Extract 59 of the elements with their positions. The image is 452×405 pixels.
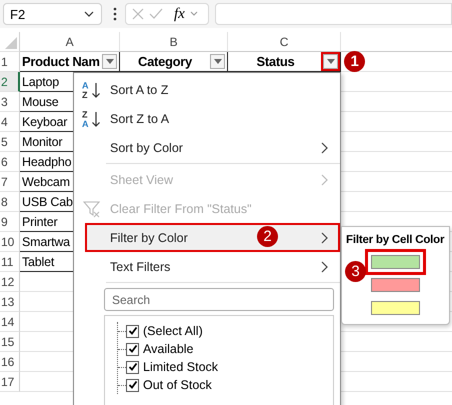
row-header[interactable]: 12 [0,272,20,292]
row-header[interactable]: 5 [0,132,20,152]
column-header[interactable]: C [228,32,341,52]
row-header[interactable]: 6 [0,152,20,172]
search-field[interactable]: Search [104,288,334,311]
row-header[interactable]: 13 [0,292,20,312]
checkbox-label: Out of Stock [143,378,212,392]
checkbox[interactable] [126,378,139,392]
caret-icon [106,59,114,64]
row-header[interactable]: 4 [0,112,20,132]
row-header[interactable]: 11 [0,252,20,272]
step-marker: 1 [344,51,365,72]
row-header[interactable]: 14 [0,312,20,332]
row-header[interactable]: 7 [0,172,20,192]
menu-item[interactable]: Filter by Color 2 [85,223,340,252]
formula-input[interactable] [215,3,452,25]
column-heading: Product Nam [22,54,100,69]
chevron-down-icon [190,11,198,17]
color-swatch[interactable] [371,278,420,292]
checkbox-label: Limited Stock [143,360,218,374]
color-swatch[interactable] [371,301,420,315]
step-marker: 3 [345,261,366,282]
column-header[interactable]: A [20,32,120,52]
clear-filter-icon [83,200,101,218]
select-all-corner-icon [5,37,17,49]
row-header[interactable]: 3 [0,92,20,112]
row-header[interactable]: 8 [0,192,20,212]
chevron-right-icon [321,174,328,186]
chevron-right-icon [321,142,328,154]
row-header[interactable]: 9 [0,212,20,232]
chevron-right-icon [321,232,328,244]
color-swatch[interactable] [371,255,420,269]
close-icon [132,8,144,20]
row-header[interactable]: 16 [0,352,20,372]
filter-button[interactable] [102,54,117,69]
chevron-down-icon [84,11,94,17]
row-header[interactable]: 10 [0,232,20,252]
checkbox-label: (Select All) [143,324,203,338]
row-header[interactable]: 15 [0,332,20,352]
column-header[interactable]: B [120,32,228,52]
column-heading: Category [137,54,193,69]
checkmark-icon [149,8,163,20]
submenu-title: Filter by Cell Color [345,233,446,246]
checkbox[interactable] [126,324,139,338]
checkbox[interactable] [126,342,139,356]
caret-icon [214,59,222,64]
caret-icon [326,59,334,64]
column-heading: Status [256,54,296,69]
function-button[interactable]: fx [174,6,185,22]
more-icon [113,7,117,21]
step-marker: 2 [257,226,278,247]
checkbox[interactable] [126,360,139,374]
row-header[interactable]: 1 [0,52,20,72]
row-header[interactable]: 2 [0,72,20,92]
name-box[interactable]: F2 [3,3,102,25]
checkbox-label: Available [143,342,194,356]
chevron-right-icon [321,260,328,272]
filter-button[interactable] [210,54,225,69]
row-header[interactable]: 17 [0,372,20,392]
